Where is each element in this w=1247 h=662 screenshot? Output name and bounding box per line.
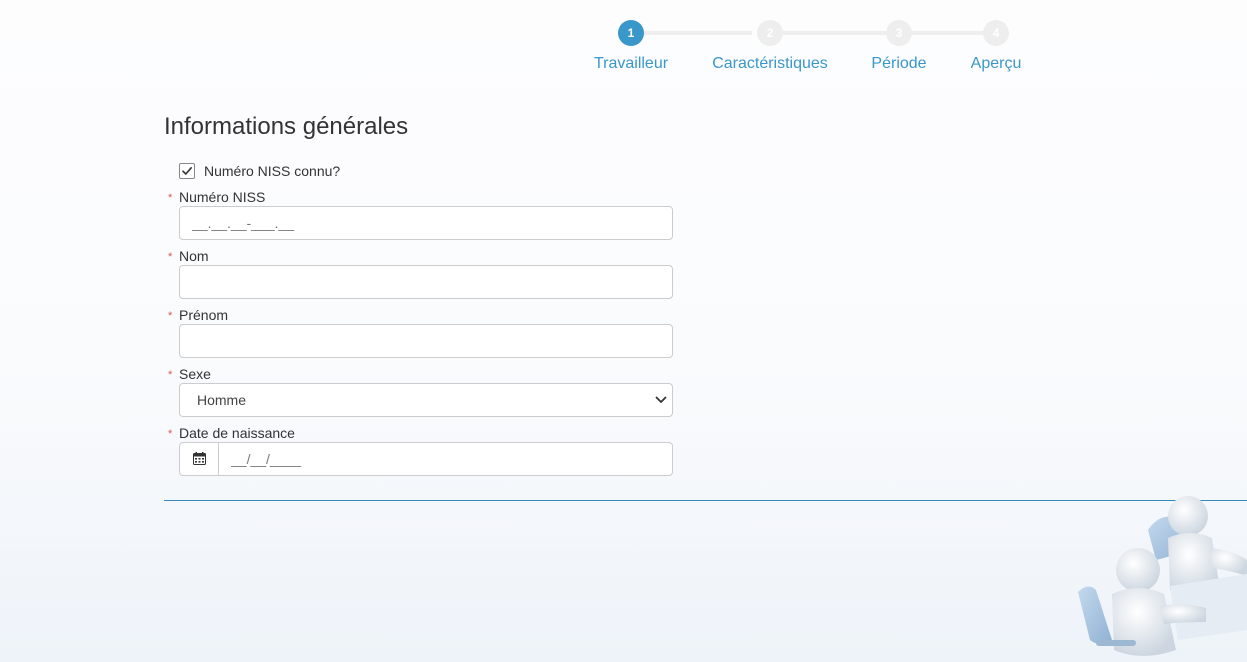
wizard-stepper: 1 2 3 4 Travailleur Caractéristiques Pér… (0, 0, 1247, 90)
figures-at-desk-illustration (1078, 496, 1247, 656)
date-naissance-input[interactable] (219, 443, 672, 475)
nom-label: Nom (179, 248, 209, 264)
required-marker: * (168, 369, 173, 381)
niss-known-label: Numéro NISS connu? (204, 163, 341, 179)
step-1-indicator[interactable]: 1 (618, 20, 644, 46)
prenom-input[interactable] (179, 324, 673, 358)
required-marker: * (168, 192, 173, 204)
step-4-indicator[interactable]: 4 (983, 20, 1009, 46)
calendar-button[interactable] (180, 443, 219, 475)
niss-input[interactable] (179, 206, 673, 240)
date-naissance-label: Date de naissance (179, 425, 295, 441)
sexe-selected-value: Homme (197, 392, 247, 408)
calendar-icon (193, 452, 206, 465)
sexe-select[interactable]: Homme (179, 383, 673, 417)
step-4-label[interactable]: Aperçu (916, 55, 1076, 73)
prenom-label: Prénom (179, 307, 229, 323)
required-marker: * (168, 310, 173, 322)
niss-label: Numéro NISS (179, 189, 266, 205)
stepper-connector (783, 31, 886, 35)
sexe-label: Sexe (179, 366, 211, 382)
niss-known-checkbox[interactable] (179, 163, 195, 179)
stepper-connector (644, 31, 752, 35)
section-title: Informations générales (164, 113, 409, 140)
step-2-indicator[interactable]: 2 (757, 20, 783, 46)
stepper-connector (912, 31, 984, 35)
required-marker: * (168, 428, 173, 440)
nom-input[interactable] (179, 265, 673, 299)
checkmark-icon (182, 167, 192, 175)
step-3-indicator[interactable]: 3 (886, 20, 912, 46)
niss-known-row: Numéro NISS connu? (179, 161, 340, 181)
required-marker: * (168, 251, 173, 263)
step-1-label[interactable]: Travailleur (551, 55, 711, 73)
chevron-down-icon (655, 396, 667, 403)
date-naissance-group (179, 442, 673, 476)
